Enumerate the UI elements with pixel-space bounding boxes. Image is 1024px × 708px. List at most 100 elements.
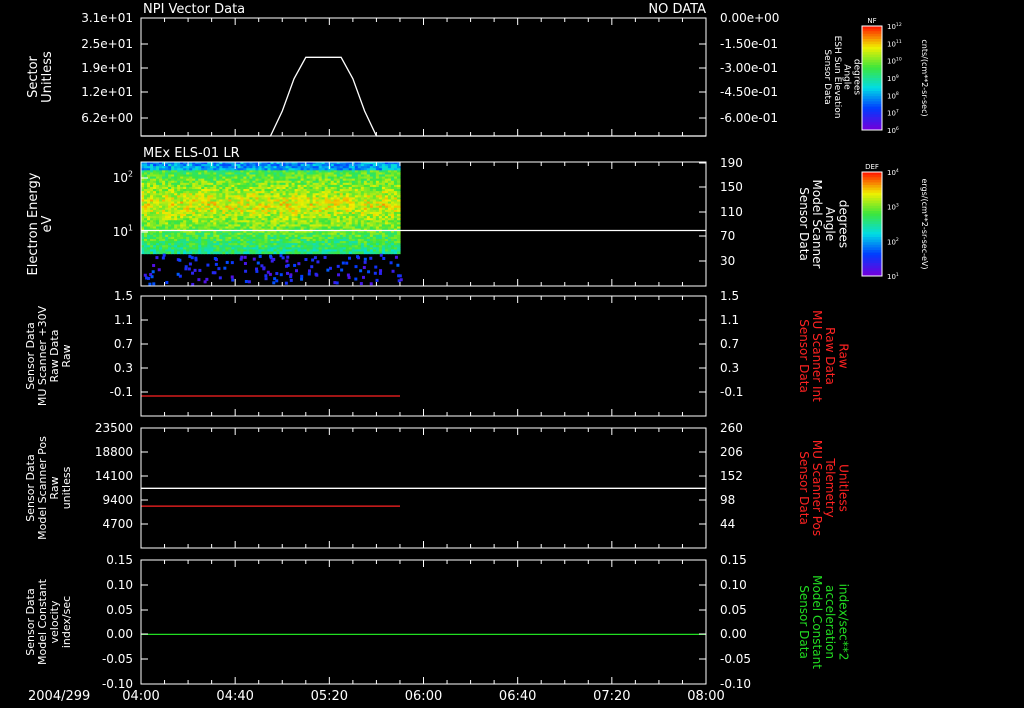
y2-tick-label: 152 (720, 469, 743, 483)
spectrogram-cell (279, 273, 283, 277)
spectrogram-cell (264, 274, 268, 278)
spectrogram-cell (300, 274, 304, 278)
spectrogram-cell (264, 277, 268, 281)
colorbar-label: DEF (865, 163, 879, 171)
spectrogram-cell (178, 258, 182, 262)
spectrogram-cell (354, 277, 358, 281)
y2-tick-label: 110 (720, 205, 743, 219)
y-tick-label: -0.05 (102, 652, 133, 666)
spectrogram-cell (397, 274, 401, 278)
spectrogram-cell (369, 256, 373, 260)
multi-panel-plot: 3.1e+012.5e+011.9e+011.2e+016.2e+000.00e… (24, 2, 929, 704)
y2-tick-label: 44 (720, 517, 735, 531)
y2-tick-label: 0.15 (720, 553, 747, 567)
spectrogram-cell (285, 259, 289, 263)
spectrogram-cell (297, 262, 301, 266)
y-axis-title: SectorUnitless (26, 51, 55, 103)
spectrogram-cell (379, 269, 383, 273)
spectrogram-cell (244, 269, 248, 273)
spectrogram-cell (286, 255, 290, 259)
spectrogram-cell (247, 280, 251, 284)
colorbar-tick-label: 104 (887, 168, 899, 177)
spectrogram-cell (348, 256, 352, 260)
spectrogram-cell (289, 278, 293, 282)
spectrogram-cell (336, 264, 340, 268)
panel-5: 0.150.100.050.00-0.05-0.100.150.100.050.… (24, 553, 851, 691)
colorbar-tick-label: 108 (887, 91, 899, 100)
y-tick-label: 101 (113, 224, 133, 239)
spectrogram-cell (152, 282, 156, 286)
spectrogram-cell (255, 267, 259, 271)
y-tick-label: 3.1e+01 (81, 11, 133, 25)
spectrogram-cell (284, 264, 288, 268)
spectrogram-cell (256, 261, 260, 265)
spectrogram-cell (162, 253, 166, 257)
y-tick-label: 0.15 (106, 553, 133, 567)
y2-axis-title: Sensor DataMU Scanner IntRaw DataRaw (797, 310, 851, 402)
spectrogram-cell (190, 256, 194, 260)
spectrogram-cell (362, 265, 366, 269)
spectrogram-cell (187, 267, 191, 271)
date-label: 2004/299 (28, 689, 90, 704)
spectrogram-cell (230, 275, 234, 279)
spectrogram-cell (205, 277, 209, 281)
spectrogram-cell (191, 282, 195, 286)
spectrogram-cell (340, 268, 344, 272)
x-tick-label: 07:20 (593, 689, 630, 704)
spectrogram-cell (307, 272, 311, 276)
colorbar-tick-label: 1012 (887, 22, 902, 31)
spectrogram-cell (389, 261, 393, 265)
colorbar-label: NF (867, 17, 876, 25)
y-tick-label: 0.7 (114, 337, 133, 351)
spectrogram-cell (347, 276, 351, 280)
spectrogram-cell (244, 279, 248, 283)
spectrogram-cell (313, 256, 317, 260)
spectrogram-cell (363, 257, 367, 261)
spectrogram-cell (335, 281, 339, 285)
spectrogram-cell (258, 254, 262, 258)
y2-axis-title: Sensor DataMU Scanner PosTelemetryUnitle… (797, 440, 851, 536)
spectrogram-cell (260, 264, 264, 268)
colorbar: NF 1012 1011 1010 109 108 107 106 cnts/(cm**2-sr… (861, 17, 929, 135)
y2-tick-label: -0.05 (720, 652, 751, 666)
spectrogram-cell (285, 271, 289, 275)
spectrogram-cell (295, 269, 299, 273)
spectrogram-cell (206, 263, 210, 267)
spectrogram-cell (198, 268, 202, 272)
y-axis-title: Sensor DataModel Constantvelocityindex/s… (24, 578, 73, 665)
spectrogram-cell (193, 268, 197, 272)
spectrogram-cell (165, 280, 169, 284)
x-tick-label: 08:00 (687, 689, 724, 704)
y-tick-label: 1.2e+01 (81, 85, 133, 99)
y-tick-label: 18800 (95, 445, 133, 459)
spectrogram-cell (379, 253, 383, 257)
y2-tick-label: -6.00e-01 (720, 111, 778, 125)
spectrogram-cell (217, 267, 221, 271)
spectrogram-cell (150, 275, 154, 279)
spectrogram-cell (146, 276, 150, 280)
y2-tick-label: 0.05 (720, 603, 747, 617)
y2-tick-label: -1.50e-01 (720, 37, 778, 51)
spectrogram-cell (361, 275, 365, 279)
spectrogram-cell (293, 263, 297, 267)
spectrogram-cell (161, 256, 165, 260)
spectrogram-cell (223, 266, 227, 270)
colorbar-tick-label: 102 (887, 237, 899, 246)
spectrogram-cell (328, 266, 332, 270)
spectrogram-cell (194, 256, 198, 260)
spectrogram-cell (213, 257, 217, 261)
spectrogram-cell (279, 254, 283, 258)
spectrogram-cell (337, 273, 341, 277)
colorbar-tick-label: 107 (887, 109, 899, 118)
panel-frame (140, 295, 707, 417)
x-tick-label: 06:00 (405, 689, 442, 704)
spectrogram-cell (151, 270, 155, 274)
spectrogram-cell (394, 255, 398, 259)
colorbar-tick-label: 101 (887, 272, 899, 281)
spectrogram-cell (304, 258, 308, 262)
spectrogram-cell (399, 278, 403, 282)
y-tick-label: 2.5e+01 (81, 37, 133, 51)
y2-tick-label: -3.00e-01 (720, 61, 778, 75)
y2-tick-label: 0.3 (720, 361, 739, 375)
y2-tick-label: 30 (720, 254, 735, 268)
